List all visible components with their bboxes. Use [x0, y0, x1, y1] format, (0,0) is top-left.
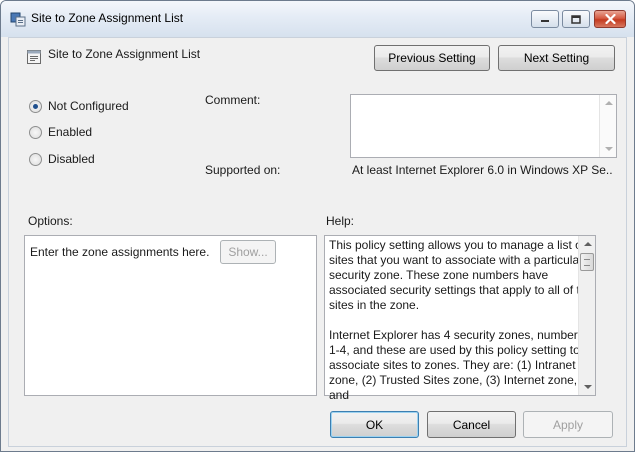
scroll-up-icon[interactable]: [584, 242, 592, 246]
title-bar[interactable]: Site to Zone Assignment List: [1, 1, 634, 37]
help-scrollbar[interactable]: [578, 236, 595, 395]
next-setting-button[interactable]: Next Setting: [498, 45, 615, 71]
radio-indicator[interactable]: [29, 152, 42, 166]
radio-label-disabled: Disabled: [48, 152, 95, 166]
dialog-client-area: Site to Zone Assignment List Previous Se…: [8, 37, 627, 447]
radio-disabled[interactable]: Disabled: [29, 152, 95, 166]
supported-on-label: Supported on:: [205, 163, 281, 177]
help-panel[interactable]: This policy setting allows you to manage…: [324, 235, 596, 402]
previous-setting-button[interactable]: Previous Setting: [374, 45, 490, 71]
show-button[interactable]: Show...: [220, 240, 276, 264]
options-instruction: Enter the zone assignments here.: [30, 245, 210, 259]
options-label: Options:: [28, 214, 73, 228]
help-text: This policy setting allows you to manage…: [329, 238, 593, 402]
scroll-thumb[interactable]: [580, 253, 594, 271]
radio-label-not-configured: Not Configured: [48, 99, 129, 113]
radio-indicator-checked[interactable]: [29, 99, 42, 113]
maximize-button[interactable]: [562, 10, 590, 28]
options-panel: Enter the zone assignments here. Show...: [24, 235, 317, 396]
help-label: Help:: [326, 214, 355, 228]
minimize-icon: [541, 20, 549, 22]
setting-title: Site to Zone Assignment List: [48, 47, 201, 61]
radio-enabled[interactable]: Enabled: [29, 125, 92, 139]
comment-textarea[interactable]: [350, 94, 617, 158]
group-policy-icon: [10, 12, 26, 27]
apply-button[interactable]: Apply: [523, 411, 613, 438]
radio-not-configured[interactable]: Not Configured: [29, 99, 129, 113]
ok-button[interactable]: OK: [330, 411, 419, 438]
comment-label: Comment:: [205, 93, 261, 107]
close-button[interactable]: [594, 10, 626, 28]
maximize-icon: [571, 14, 581, 24]
close-icon: [604, 14, 616, 24]
radio-indicator[interactable]: [29, 125, 42, 139]
cancel-button[interactable]: Cancel: [427, 411, 516, 438]
window-title: Site to Zone Assignment List: [31, 11, 184, 25]
dialog-window: Site to Zone Assignment List Site to Zon…: [0, 0, 635, 452]
comment-scrollbar[interactable]: [599, 95, 616, 157]
scroll-down-icon[interactable]: [584, 385, 592, 389]
scroll-down-icon[interactable]: [605, 147, 613, 151]
minimize-button[interactable]: [531, 10, 559, 28]
radio-label-enabled: Enabled: [48, 125, 93, 139]
scroll-up-icon[interactable]: [605, 101, 613, 105]
supported-on-value: At least Internet Explorer 6.0 in Window…: [352, 163, 613, 177]
policy-setting-icon: [27, 50, 41, 64]
